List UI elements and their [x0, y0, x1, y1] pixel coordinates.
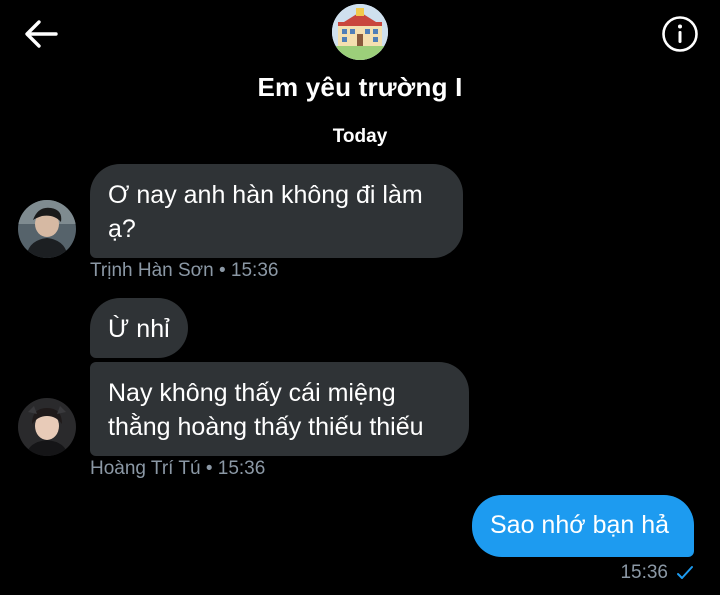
- outgoing-message-bubble[interactable]: Sao nhớ bạn hả: [472, 495, 694, 557]
- seen-check-icon: [677, 566, 693, 579]
- message-meta: Hoàng Trí Tú • 15:36: [90, 458, 266, 479]
- message-bubble[interactable]: Ừ nhỉ: [90, 298, 188, 358]
- avatar[interactable]: [18, 200, 76, 258]
- message-bubble[interactable]: Nay không thấy cái miệng thằng hoàng thấ…: [90, 362, 469, 456]
- group-avatar[interactable]: [332, 4, 388, 60]
- outgoing-message-meta: 15:36: [620, 562, 694, 584]
- user-avatar-image: [18, 200, 76, 258]
- day-separator: Today: [332, 126, 388, 147]
- back-button[interactable]: [22, 16, 60, 52]
- message-time: 15:36: [620, 562, 668, 583]
- message-bubble[interactable]: Ơ nay anh hàn không đi làm ạ?: [90, 164, 463, 258]
- user-avatar-image: [18, 398, 76, 456]
- info-icon: [662, 16, 698, 52]
- info-button[interactable]: [660, 14, 700, 54]
- school-building-icon: [332, 4, 388, 60]
- avatar[interactable]: [18, 398, 76, 456]
- back-arrow-icon: [25, 20, 58, 48]
- message-meta: Trịnh Hàn Sơn • 15:36: [90, 260, 279, 281]
- conversation-title: Em yêu trường I: [257, 72, 463, 102]
